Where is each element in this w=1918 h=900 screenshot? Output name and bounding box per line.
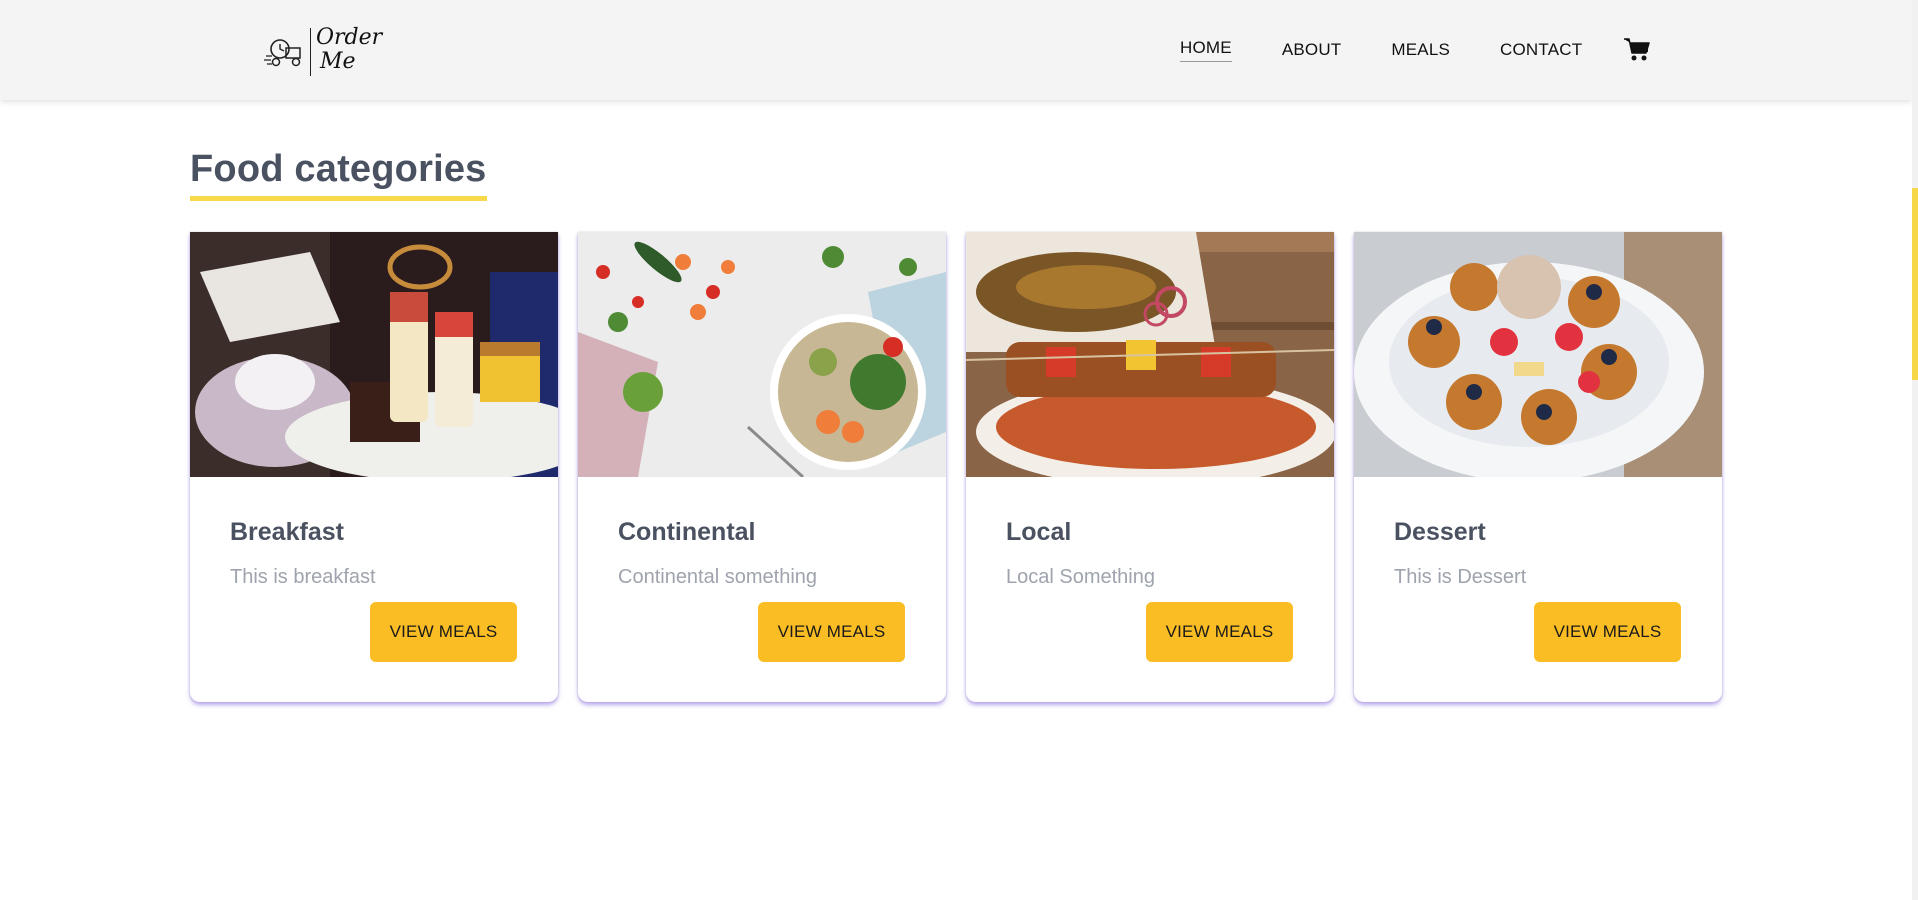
category-title: Continental [618,518,756,546]
scrollbar-track[interactable] [1912,0,1918,900]
category-title: Breakfast [230,518,344,546]
brand-name-line1: Order [316,25,383,50]
jollof-rice-kebab-fish-image [966,232,1334,477]
logo-divider [310,28,311,76]
category-card-local: Local Local Something VIEW MEALS [966,232,1334,702]
category-list: Breakfast This is breakfast VIEW MEALS C… [190,232,1722,702]
nav-contact[interactable]: CONTACT [1500,40,1582,60]
delivery-scooter-icon [264,39,301,67]
category-title: Dessert [1394,518,1486,546]
nav-meals[interactable]: MEALS [1391,40,1450,60]
brand-name-line2: Me [320,49,356,74]
view-meals-button[interactable]: VIEW MEALS [370,602,517,662]
nav-home[interactable]: HOME [1180,38,1232,62]
category-description: This is breakfast [230,566,376,588]
category-description: Local Something [1006,566,1155,588]
page-title: Food categories [190,144,487,201]
breakfast-pastries-image [190,232,558,477]
category-card-dessert: Dessert This is Dessert VIEW MEALS [1354,232,1722,702]
scrollbar-thumb[interactable] [1912,188,1918,380]
shopping-cart-icon[interactable] [1624,38,1650,62]
view-meals-button[interactable]: VIEW MEALS [758,602,905,662]
brand-name: Order Me [316,26,382,74]
view-meals-button[interactable]: VIEW MEALS [1146,602,1293,662]
category-card-continental: Continental Continental something VIEW M… [578,232,946,702]
category-card-breakfast: Breakfast This is breakfast VIEW MEALS [190,232,558,702]
site-header: Order Me HOME ABOUT MEALS CONTACT [0,0,1912,100]
continental-salad-bowl-image [578,232,946,477]
main-nav: HOME ABOUT MEALS CONTACT [1180,38,1632,62]
view-meals-button[interactable]: VIEW MEALS [1534,602,1681,662]
category-description: This is Dessert [1394,566,1527,588]
category-title: Local [1006,518,1072,546]
nav-about[interactable]: ABOUT [1282,40,1342,60]
category-description: Continental something [618,566,818,588]
brand-logo[interactable]: Order Me [264,24,382,80]
waffle-dessert-image [1354,232,1722,477]
